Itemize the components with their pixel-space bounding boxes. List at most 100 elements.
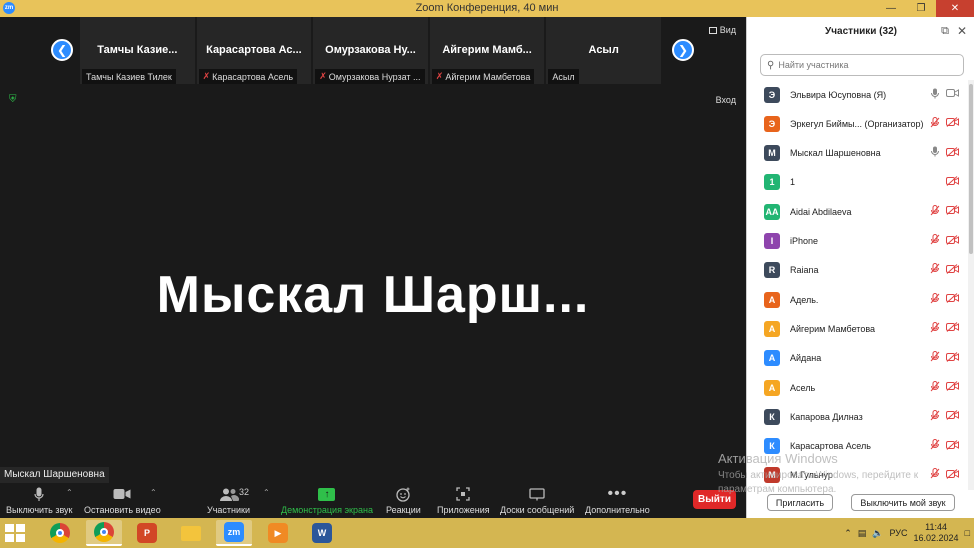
mic-muted-icon: ✗ — [319, 71, 327, 81]
enter-button[interactable]: Вход — [716, 95, 736, 105]
network-icon[interactable]: ▤ — [858, 528, 867, 539]
taskbar-chrome[interactable] — [42, 520, 78, 546]
whiteboards-button[interactable]: Доски сообщений — [500, 485, 574, 515]
apps-icon — [456, 485, 470, 503]
meeting-toolbar: Выключить звук ⌃ Остановить видео ⌃ Учас… — [0, 483, 746, 518]
participant-row[interactable]: А Адель. — [747, 285, 969, 314]
video-off-icon — [946, 381, 959, 394]
participant-row[interactable]: М Мыскал Шаршеновна — [747, 139, 969, 168]
powerpoint-icon: P — [137, 523, 157, 543]
participant-name: Капарова Дилназ — [790, 411, 863, 422]
participants-options-caret[interactable]: ⌃ — [263, 488, 270, 497]
close-panel-icon[interactable]: ✕ — [957, 24, 967, 38]
participant-row[interactable]: R Raiana — [747, 256, 969, 285]
word-icon: W — [312, 523, 332, 543]
panel-header: Участники (32) ⧉ ✕ — [747, 17, 974, 47]
participant-row[interactable]: 11 — [747, 168, 969, 197]
file-explorer-icon — [181, 525, 201, 541]
mic-muted-icon — [930, 409, 940, 424]
participants-count: 32 — [239, 487, 250, 497]
video-tile[interactable]: Асыл Асыл — [546, 17, 661, 84]
close-button[interactable]: ✕ — [936, 0, 974, 17]
mic-muted-icon: ✗ — [435, 71, 444, 81]
participant-row[interactable]: Э Эльвира Юсуповна (Я) — [747, 80, 969, 109]
tile-label: ✗ Карасартова Асель — [198, 69, 298, 84]
participant-row[interactable]: А Асель — [747, 373, 969, 402]
mic-muted-icon — [930, 439, 940, 453]
video-off-icon — [946, 117, 959, 130]
video-tile[interactable]: Тамчы Казие... Тамчы Казиев Тилек — [80, 17, 195, 84]
participant-row[interactable]: К Капарова Дилназ — [747, 402, 969, 431]
participant-name: Эркегул Биймы... (Организатор) — [790, 118, 924, 129]
restore-button[interactable]: ❐ — [906, 0, 936, 17]
video-off-icon — [946, 293, 959, 306]
chevron-right-icon: ❯ — [677, 43, 689, 57]
more-button[interactable]: ••• Дополнительно — [585, 485, 650, 515]
language-indicator[interactable]: РУС — [889, 528, 907, 538]
participants-scrollbar[interactable] — [968, 80, 974, 490]
windows-start-icon[interactable] — [4, 523, 26, 543]
participant-row[interactable]: AA Aidai Abdilaeva — [747, 197, 969, 226]
participant-row[interactable]: IiPhone — [747, 227, 969, 256]
minimize-button[interactable]: — — [876, 0, 906, 17]
avatar: А — [764, 350, 780, 367]
video-tile[interactable]: Карасартова Ас... ✗ Карасартова Асель — [196, 17, 312, 84]
participant-row[interactable]: Э Эркегул Биймы... (Организатор) — [747, 109, 969, 138]
participants-icon — [219, 485, 239, 503]
avatar: I — [764, 233, 780, 249]
video-off-icon — [946, 205, 959, 218]
popout-icon[interactable]: ⧉ — [941, 25, 949, 38]
tile-display-name: Асыл — [588, 44, 619, 56]
mute-button[interactable]: Выключить звук — [6, 485, 73, 515]
taskbar-zoom[interactable]: zm — [216, 520, 252, 546]
avatar: AA — [764, 203, 780, 220]
mic-muted-icon — [930, 204, 940, 219]
participant-name: 1 — [790, 177, 796, 188]
scrollbar-thumb[interactable] — [969, 84, 973, 254]
system-tray: ⌃ ▤ 🔈 РУС 11:44 16.02.2024 □ — [844, 518, 970, 548]
security-shield-icon[interactable]: ⛨ — [9, 94, 20, 105]
avatar: А — [764, 379, 780, 396]
reactions-button[interactable]: Реакции — [386, 485, 421, 515]
prev-page-button[interactable]: ❮ — [51, 39, 73, 61]
taskbar-file-explorer[interactable] — [173, 520, 209, 546]
taskbar-media-player[interactable]: ▶ — [260, 520, 296, 546]
view-button[interactable]: Вид — [708, 25, 736, 35]
participant-row[interactable]: А Айгерим Мамбетова — [747, 314, 969, 343]
clock[interactable]: 11:44 16.02.2024 — [914, 522, 959, 544]
video-off-icon — [946, 263, 959, 277]
notifications-icon[interactable]: □ — [965, 528, 970, 538]
participant-name: Эльвира Юсуповна (Я) — [790, 89, 887, 100]
volume-icon[interactable]: 🔈 — [872, 528, 883, 539]
windows-activation-text: Чтобы активировать Windows, перейдите к … — [718, 470, 919, 495]
mic-muted-icon — [930, 468, 940, 482]
chevron-up-icon[interactable]: ⌃ — [844, 528, 852, 539]
video-tile[interactable]: Айгерим Мамб... ✗ Айгерим Мамбетова — [429, 17, 545, 84]
grid-icon — [708, 26, 717, 34]
share-screen-button[interactable]: ↑ Демонстрация экрана — [281, 485, 373, 515]
video-off-icon — [946, 146, 959, 160]
taskbar-chrome-2[interactable] — [86, 520, 122, 546]
participant-name: Карасартова Асель — [790, 441, 871, 452]
search-field[interactable]: ⚲ — [760, 54, 964, 76]
apps-button[interactable]: Приложения — [437, 485, 490, 515]
search-input[interactable] — [778, 60, 949, 70]
video-off-icon — [946, 410, 959, 423]
taskbar-word[interactable]: W — [304, 520, 340, 546]
chrome-2-icon — [94, 522, 114, 542]
next-page-button[interactable]: ❯ — [672, 39, 694, 61]
avatar: Э — [764, 115, 780, 132]
share-screen-icon: ↑ — [318, 487, 336, 501]
video-camera-icon — [946, 88, 959, 101]
audio-options-caret[interactable]: ⌃ — [66, 488, 73, 497]
video-strip: Тамчы Казие... Тамчы Казиев Тилек Караса… — [80, 17, 663, 84]
mic-muted-icon — [930, 321, 940, 336]
active-speaker-name: Мыскал Шарш... — [156, 266, 590, 324]
participant-row[interactable]: А Айдана — [747, 344, 969, 373]
participant-name: Raiana — [790, 265, 819, 276]
video-tile[interactable]: Омурзакова Ну... ✗ Омурзакова Нурзат ... — [313, 17, 428, 84]
avatar: М — [764, 145, 780, 162]
taskbar-powerpoint[interactable]: P — [129, 520, 165, 546]
video-off-icon — [946, 322, 959, 335]
video-options-caret[interactable]: ⌃ — [150, 488, 157, 497]
